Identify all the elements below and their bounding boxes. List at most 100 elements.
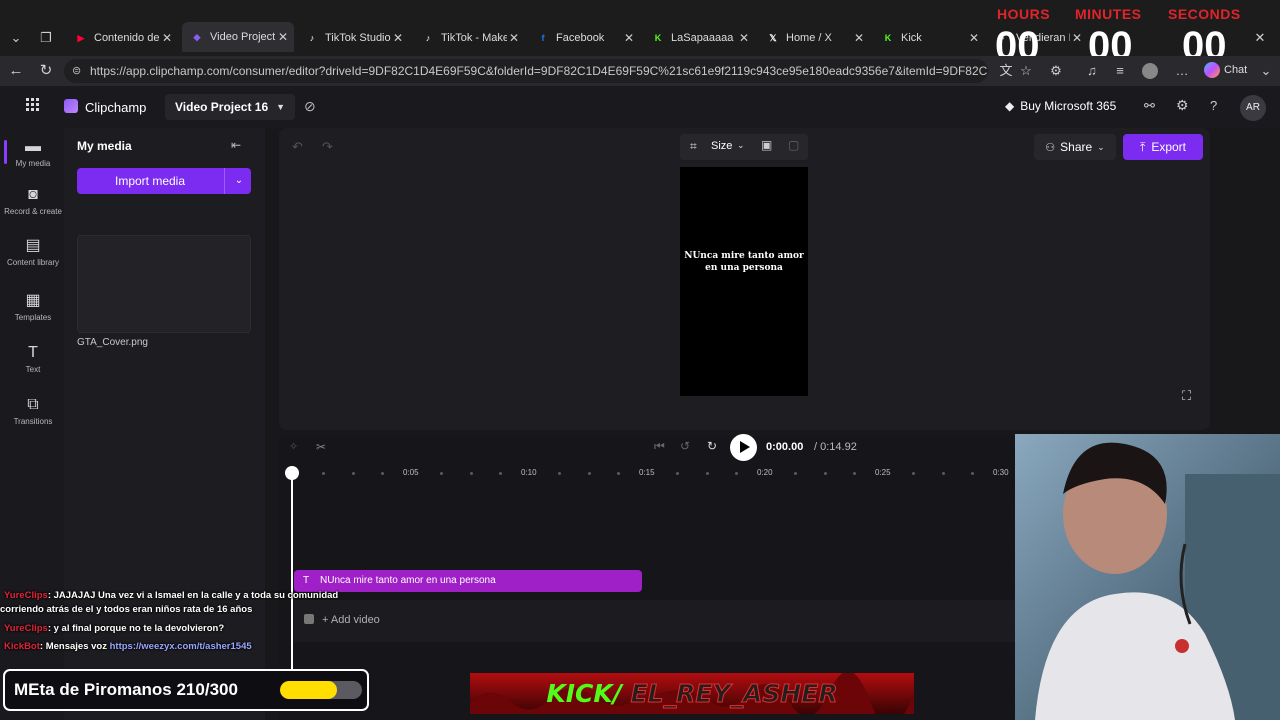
- preview-toolbar: ⌗ Size ⌄ ▣ ▢: [680, 134, 808, 160]
- collapse-panel-icon[interactable]: ⇤: [231, 138, 241, 152]
- project-name-button[interactable]: Video Project 16 ▼: [165, 94, 296, 120]
- canvas-caption[interactable]: NUnca mire tanto amor en una persona: [680, 250, 808, 274]
- people-icon: ⚇: [1045, 141, 1056, 154]
- tab-close-icon[interactable]: ✕: [737, 31, 751, 45]
- tiktok-icon: ♪: [425, 33, 431, 43]
- browser-tab[interactable]: ♪ TikTok - Make Y✕: [413, 26, 525, 50]
- back-icon[interactable]: ←: [6, 61, 26, 81]
- rail-item-my-media[interactable]: ▬ My media: [4, 138, 62, 168]
- import-media-button[interactable]: Import media ⌄: [77, 168, 251, 194]
- import-options-chevron-icon[interactable]: ⌄: [227, 168, 251, 194]
- play-button[interactable]: [730, 434, 757, 461]
- avatar[interactable]: AR: [1240, 95, 1266, 121]
- layout-icon[interactable]: ▢: [788, 138, 799, 152]
- more-icon[interactable]: …: [1172, 61, 1192, 81]
- close-window-icon[interactable]: ✕: [1250, 28, 1270, 48]
- rail-item-transitions[interactable]: ⧉ Transitions: [4, 396, 62, 426]
- browser-tab[interactable]: 𝕏 Home / X ✕: [758, 26, 870, 50]
- help-icon[interactable]: ?: [1210, 98, 1217, 113]
- ruler-dot: [322, 472, 325, 475]
- playhead-handle[interactable]: [285, 466, 299, 480]
- media-control-icon[interactable]: ♫: [1082, 61, 1102, 81]
- text-icon: T: [28, 344, 38, 361]
- browser-tab[interactable]: K Kick ✕: [873, 26, 985, 50]
- favorites-bar-icon[interactable]: ≡: [1110, 61, 1130, 81]
- rail-item-content-library[interactable]: ▤ Content library: [4, 237, 62, 267]
- media-thumbnail[interactable]: [77, 235, 251, 333]
- tab-label: Kick: [901, 32, 922, 44]
- timer-minutes-label: MINUTES: [1075, 6, 1142, 22]
- translate-icon[interactable]: 文: [996, 61, 1016, 81]
- chat-link[interactable]: https://weezyx.com/t/asher1545: [110, 641, 252, 652]
- ruler-dot: [470, 472, 473, 475]
- ruler-dot: [853, 472, 856, 475]
- rail-item-text[interactable]: T Text: [4, 344, 62, 374]
- ruler-dot: [617, 472, 620, 475]
- rail-item-record-create[interactable]: ◙ Record & create: [4, 186, 62, 216]
- playhead-line[interactable]: [291, 474, 293, 674]
- x-icon: 𝕏: [769, 32, 777, 43]
- size-chevron-icon[interactable]: ⌄: [737, 140, 745, 151]
- site-info-icon[interactable]: ⊜: [72, 59, 81, 83]
- background-icon[interactable]: ▣: [761, 138, 772, 152]
- split-icon[interactable]: ✂: [316, 440, 326, 454]
- buy-label: Buy Microsoft 365: [1020, 99, 1117, 113]
- browser-tab[interactable]: ♪ TikTok Studio ✕: [297, 26, 409, 50]
- copilot-chat-button[interactable]: Chat: [1204, 62, 1247, 78]
- tab-close-icon[interactable]: ✕: [391, 31, 405, 45]
- webcam-person: [1015, 434, 1280, 720]
- chat-text: : y al final porque no te la devolvieron…: [47, 623, 225, 634]
- text-clip[interactable]: T NUnca mire tanto amor en una persona: [294, 570, 642, 592]
- app-launcher-icon[interactable]: [26, 98, 40, 112]
- browser-tab[interactable]: f Facebook ✕: [528, 26, 640, 50]
- tab-close-icon[interactable]: ✕: [622, 31, 636, 45]
- fullscreen-icon[interactable]: ⛶: [1182, 388, 1191, 404]
- add-video-label[interactable]: + Add video: [322, 614, 380, 626]
- settings-icon[interactable]: ⚙: [1176, 97, 1189, 114]
- tab-label: TikTok Studio: [325, 32, 391, 44]
- chat-message: KickBot: Mensajes voz https://weezyx.com…: [4, 641, 252, 652]
- forward-icon[interactable]: ↻: [707, 439, 717, 453]
- ruler-dot: [706, 472, 709, 475]
- rail-item-templates[interactable]: ▦ Templates: [4, 292, 62, 322]
- caret-down-icon: ▼: [276, 102, 286, 112]
- url-text: https://app.clipchamp.com/consumer/edito…: [90, 64, 988, 78]
- url-field[interactable]: ⊜ https://app.clipchamp.com/consumer/edi…: [64, 59, 988, 83]
- browser-tab[interactable]: ◆ Video Project 1✕: [182, 22, 294, 52]
- tab-close-icon[interactable]: ✕: [276, 30, 290, 44]
- export-button[interactable]: ⤒ Export: [1123, 134, 1203, 160]
- browser-tab[interactable]: ▶ Contenido del ca✕: [66, 26, 178, 50]
- sidebar-toggle-icon[interactable]: ⌄: [1256, 61, 1276, 81]
- media-file-name: GTA_Cover.png: [77, 337, 148, 348]
- chat-username: YureClips: [4, 590, 48, 601]
- buy-microsoft-button[interactable]: ◆ Buy Microsoft 365: [1005, 99, 1116, 113]
- tab-close-icon[interactable]: ✕: [160, 31, 174, 45]
- share-button[interactable]: ⚇ Share ⌄: [1034, 134, 1116, 160]
- ruler-dot: [794, 472, 797, 475]
- ruler-dot: [735, 472, 738, 475]
- skip-back-icon[interactable]: ⏮: [654, 439, 665, 454]
- connections-icon[interactable]: ⚯: [1144, 98, 1155, 114]
- tab-close-icon[interactable]: ✕: [852, 31, 866, 45]
- cloud-off-icon[interactable]: ⊘: [304, 98, 316, 115]
- browser-tab[interactable]: K LaSapaaaaa Str✕: [643, 26, 755, 50]
- reload-icon[interactable]: ↻: [36, 61, 56, 81]
- magic-icon[interactable]: ✧: [289, 440, 298, 453]
- chat-message: corriendo atrás de el y todos eran niños…: [0, 604, 252, 615]
- redo-icon[interactable]: ↷: [322, 139, 333, 155]
- profile-icon[interactable]: [1140, 61, 1160, 81]
- rail-item-label: Record & create: [4, 207, 62, 216]
- workspaces-icon[interactable]: ❐: [36, 28, 56, 48]
- favorite-icon[interactable]: ☆: [1016, 61, 1036, 81]
- undo-icon[interactable]: ↶: [292, 139, 303, 155]
- video-canvas[interactable]: [680, 167, 808, 396]
- rewind-icon[interactable]: ↺: [680, 439, 690, 453]
- tab-close-icon[interactable]: ✕: [1070, 31, 1084, 45]
- tab-list-icon[interactable]: ⌄: [6, 28, 26, 48]
- size-label[interactable]: Size: [711, 140, 732, 152]
- tab-close-icon[interactable]: ✕: [967, 31, 981, 45]
- media-panel-title: My media: [77, 139, 132, 153]
- extensions-icon[interactable]: ⚙: [1046, 61, 1066, 81]
- video-track[interactable]: [294, 600, 1019, 642]
- tab-close-icon[interactable]: ✕: [507, 31, 521, 45]
